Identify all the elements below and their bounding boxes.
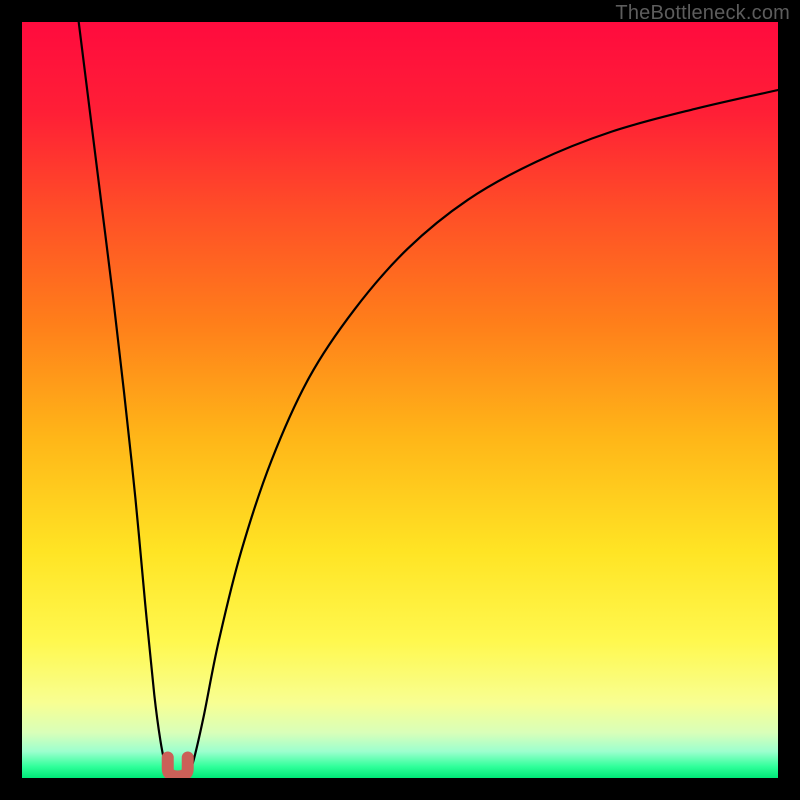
curve-right-branch [187,90,778,776]
u-marker [168,757,188,776]
watermark-text: TheBottleneck.com [615,2,790,25]
bottleneck-curve [22,22,778,778]
chart-frame: TheBottleneck.com [0,0,800,800]
plot-area [22,22,778,778]
curve-left-branch [79,22,170,776]
